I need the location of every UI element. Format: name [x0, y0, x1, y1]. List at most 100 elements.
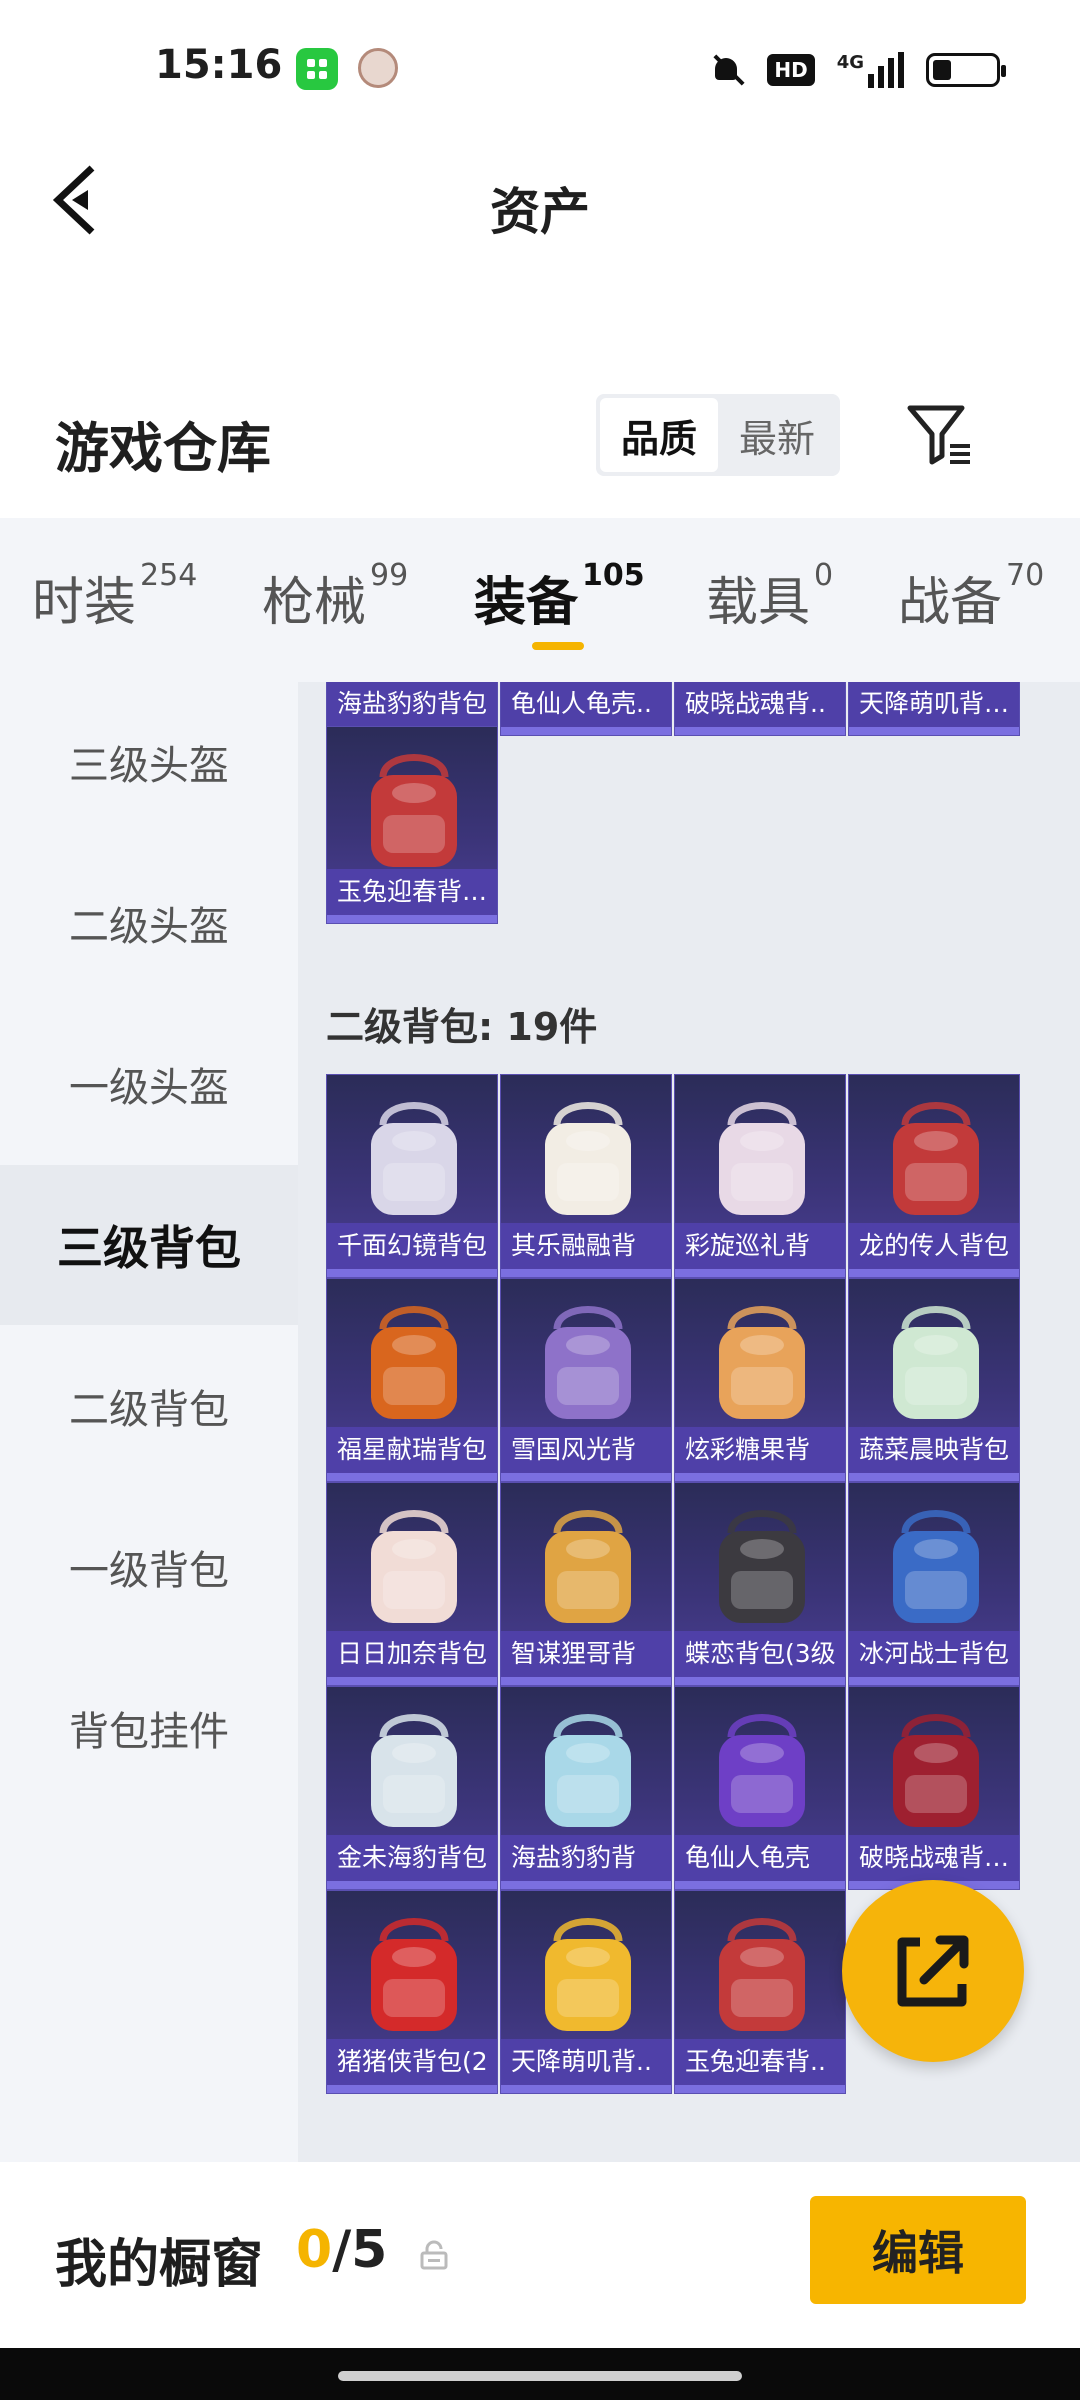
- item-tile[interactable]: 日日加奈背包: [326, 1482, 498, 1686]
- item-label: 蔬菜晨映背包: [849, 1427, 1019, 1473]
- item-label: 金未海豹背包: [327, 1835, 497, 1881]
- item-label: 千面幻镜背包: [327, 1223, 497, 1269]
- item-tile[interactable]: 天降萌叽背..: [500, 1890, 672, 2094]
- mute-icon: [709, 52, 745, 88]
- backpack-icon: [371, 1102, 457, 1215]
- sidebar-item-backpack-1[interactable]: 一级背包: [0, 1487, 298, 1647]
- item-tile[interactable]: 龟仙人龟壳..: [500, 682, 672, 736]
- item-label: 海盐豹豹背: [501, 1835, 671, 1881]
- item-label: 天降萌叽背..: [501, 2039, 671, 2085]
- backpack-icon: [371, 1510, 457, 1623]
- tab-fashion[interactable]: 时装 254: [32, 558, 197, 635]
- item-label: 日日加奈背包: [327, 1631, 497, 1677]
- tab-weapons[interactable]: 枪械 99: [262, 558, 408, 635]
- sort-toggle: 品质 最新: [596, 394, 840, 476]
- sidebar-item-helmet-3[interactable]: 三级头盔: [0, 682, 298, 842]
- tab-supplies[interactable]: 战备 70: [898, 558, 1044, 635]
- backpack-icon: [545, 1306, 631, 1419]
- backpack-icon: [893, 1102, 979, 1215]
- item-tile[interactable]: 雪国风光背: [500, 1278, 672, 1482]
- item-label: 其乐融融背: [501, 1223, 671, 1269]
- item-tile[interactable]: 福星献瑞背包: [326, 1278, 498, 1482]
- network-label: 4G: [836, 52, 864, 73]
- item-tile[interactable]: 蔬菜晨映背包: [848, 1278, 1020, 1482]
- sidebar-item-pendant[interactable]: 背包挂件: [0, 1648, 298, 1808]
- status-time: 15:16: [155, 42, 283, 88]
- home-indicator[interactable]: [338, 2371, 742, 2381]
- backpack-icon: [719, 1714, 805, 1827]
- signal-icon: 4G: [837, 52, 904, 88]
- item-label: 龟仙人龟壳..: [501, 682, 671, 727]
- sidebar: 三级头盔 二级头盔 一级头盔 三级背包 二级背包 一级背包 背包挂件: [0, 682, 298, 2162]
- item-label: 玉兔迎春背..: [675, 2039, 845, 2085]
- item-tile[interactable]: 破晓战魂背包...: [848, 1686, 1020, 1890]
- item-label: 智谋狸哥背: [501, 1631, 671, 1677]
- showcase-count: 0/5: [296, 2220, 388, 2280]
- backpack-icon: [545, 1918, 631, 2031]
- item-tile[interactable]: 冰河战士背包: [848, 1482, 1020, 1686]
- item-label: 猪猪侠背包(2: [327, 2039, 497, 2085]
- backpack-icon: [371, 754, 457, 867]
- item-label: 冰河战士背包: [849, 1631, 1019, 1677]
- edit-button[interactable]: 编辑: [810, 2196, 1026, 2304]
- share-icon: [897, 1935, 969, 2007]
- backpack-icon: [545, 1714, 631, 1827]
- item-label: 破晓战魂背包...: [849, 1835, 1019, 1881]
- tab-equipment[interactable]: 装备 105: [474, 558, 645, 635]
- item-tile[interactable]: 玉兔迎春背包...: [326, 726, 498, 924]
- sidebar-item-helmet-1[interactable]: 一级头盔: [0, 1004, 298, 1164]
- item-tile[interactable]: 猪猪侠背包(2: [326, 1890, 498, 2094]
- backpack-icon: [719, 1918, 805, 2031]
- item-tile[interactable]: 玉兔迎春背..: [674, 1890, 846, 2094]
- battery-icon: [926, 53, 1006, 87]
- item-label: 龙的传人背包: [849, 1223, 1019, 1269]
- item-tile[interactable]: 其乐融融背: [500, 1074, 672, 1278]
- sidebar-item-backpack-2[interactable]: 二级背包: [0, 1326, 298, 1486]
- section-title: 二级背包: 19件: [326, 1005, 598, 1049]
- sort-quality-button[interactable]: 品质: [600, 398, 718, 472]
- hd-badge: HD: [767, 54, 815, 86]
- showcase-label: 我的橱窗: [55, 2235, 264, 2295]
- item-label: 海盐豹豹背包: [327, 682, 497, 727]
- item-label: 龟仙人龟壳: [675, 1835, 845, 1881]
- backpack-icon: [371, 1918, 457, 2031]
- item-label: 玉兔迎春背包...: [327, 869, 497, 915]
- sort-newest-button[interactable]: 最新: [718, 398, 836, 472]
- item-tile[interactable]: 龙的传人背包: [848, 1074, 1020, 1278]
- showcase-bar: 我的橱窗 0/5 编辑: [0, 2162, 1080, 2348]
- sidebar-item-backpack-3[interactable]: 三级背包: [0, 1165, 298, 1325]
- app-notification-icon: [296, 48, 338, 90]
- item-tile[interactable]: 彩旋巡礼背: [674, 1074, 846, 1278]
- avatar-notification-icon: [358, 48, 398, 88]
- item-tile[interactable]: 金未海豹背包: [326, 1686, 498, 1890]
- item-tile[interactable]: 炫彩糖果背: [674, 1278, 846, 1482]
- item-label: 破晓战魂背..: [675, 682, 845, 727]
- item-label: 天降萌叽背包...: [849, 682, 1019, 727]
- filter-icon[interactable]: [906, 402, 974, 468]
- item-tile[interactable]: 海盐豹豹背: [500, 1686, 672, 1890]
- backpack-icon: [893, 1714, 979, 1827]
- backpack-icon: [545, 1102, 631, 1215]
- active-tab-indicator: [532, 642, 584, 650]
- item-tile[interactable]: 龟仙人龟壳: [674, 1686, 846, 1890]
- category-tabs: 时装 254 枪械 99 装备 105 载具 0 战备 70: [0, 518, 1080, 682]
- item-tile[interactable]: 千面幻镜背包: [326, 1074, 498, 1278]
- backpack-icon: [719, 1102, 805, 1215]
- page-title: 资产: [490, 183, 590, 241]
- lock-icon: [420, 2240, 448, 2270]
- sidebar-item-helmet-2[interactable]: 二级头盔: [0, 843, 298, 1003]
- item-tile[interactable]: 蝶恋背包(3级: [674, 1482, 846, 1686]
- warehouse-title: 游戏仓库: [55, 417, 271, 480]
- tab-vehicles[interactable]: 载具 0: [706, 558, 833, 635]
- backpack-icon: [371, 1714, 457, 1827]
- share-button[interactable]: [842, 1880, 1024, 2062]
- item-label: 彩旋巡礼背: [675, 1223, 845, 1269]
- item-tile[interactable]: 智谋狸哥背: [500, 1482, 672, 1686]
- item-label: 福星献瑞背包: [327, 1427, 497, 1473]
- backpack-icon: [719, 1306, 805, 1419]
- item-label: 雪国风光背: [501, 1427, 671, 1473]
- item-tile[interactable]: 破晓战魂背..: [674, 682, 846, 736]
- backpack-icon: [545, 1510, 631, 1623]
- backpack-icon: [893, 1510, 979, 1623]
- item-tile[interactable]: 天降萌叽背包...: [848, 682, 1020, 736]
